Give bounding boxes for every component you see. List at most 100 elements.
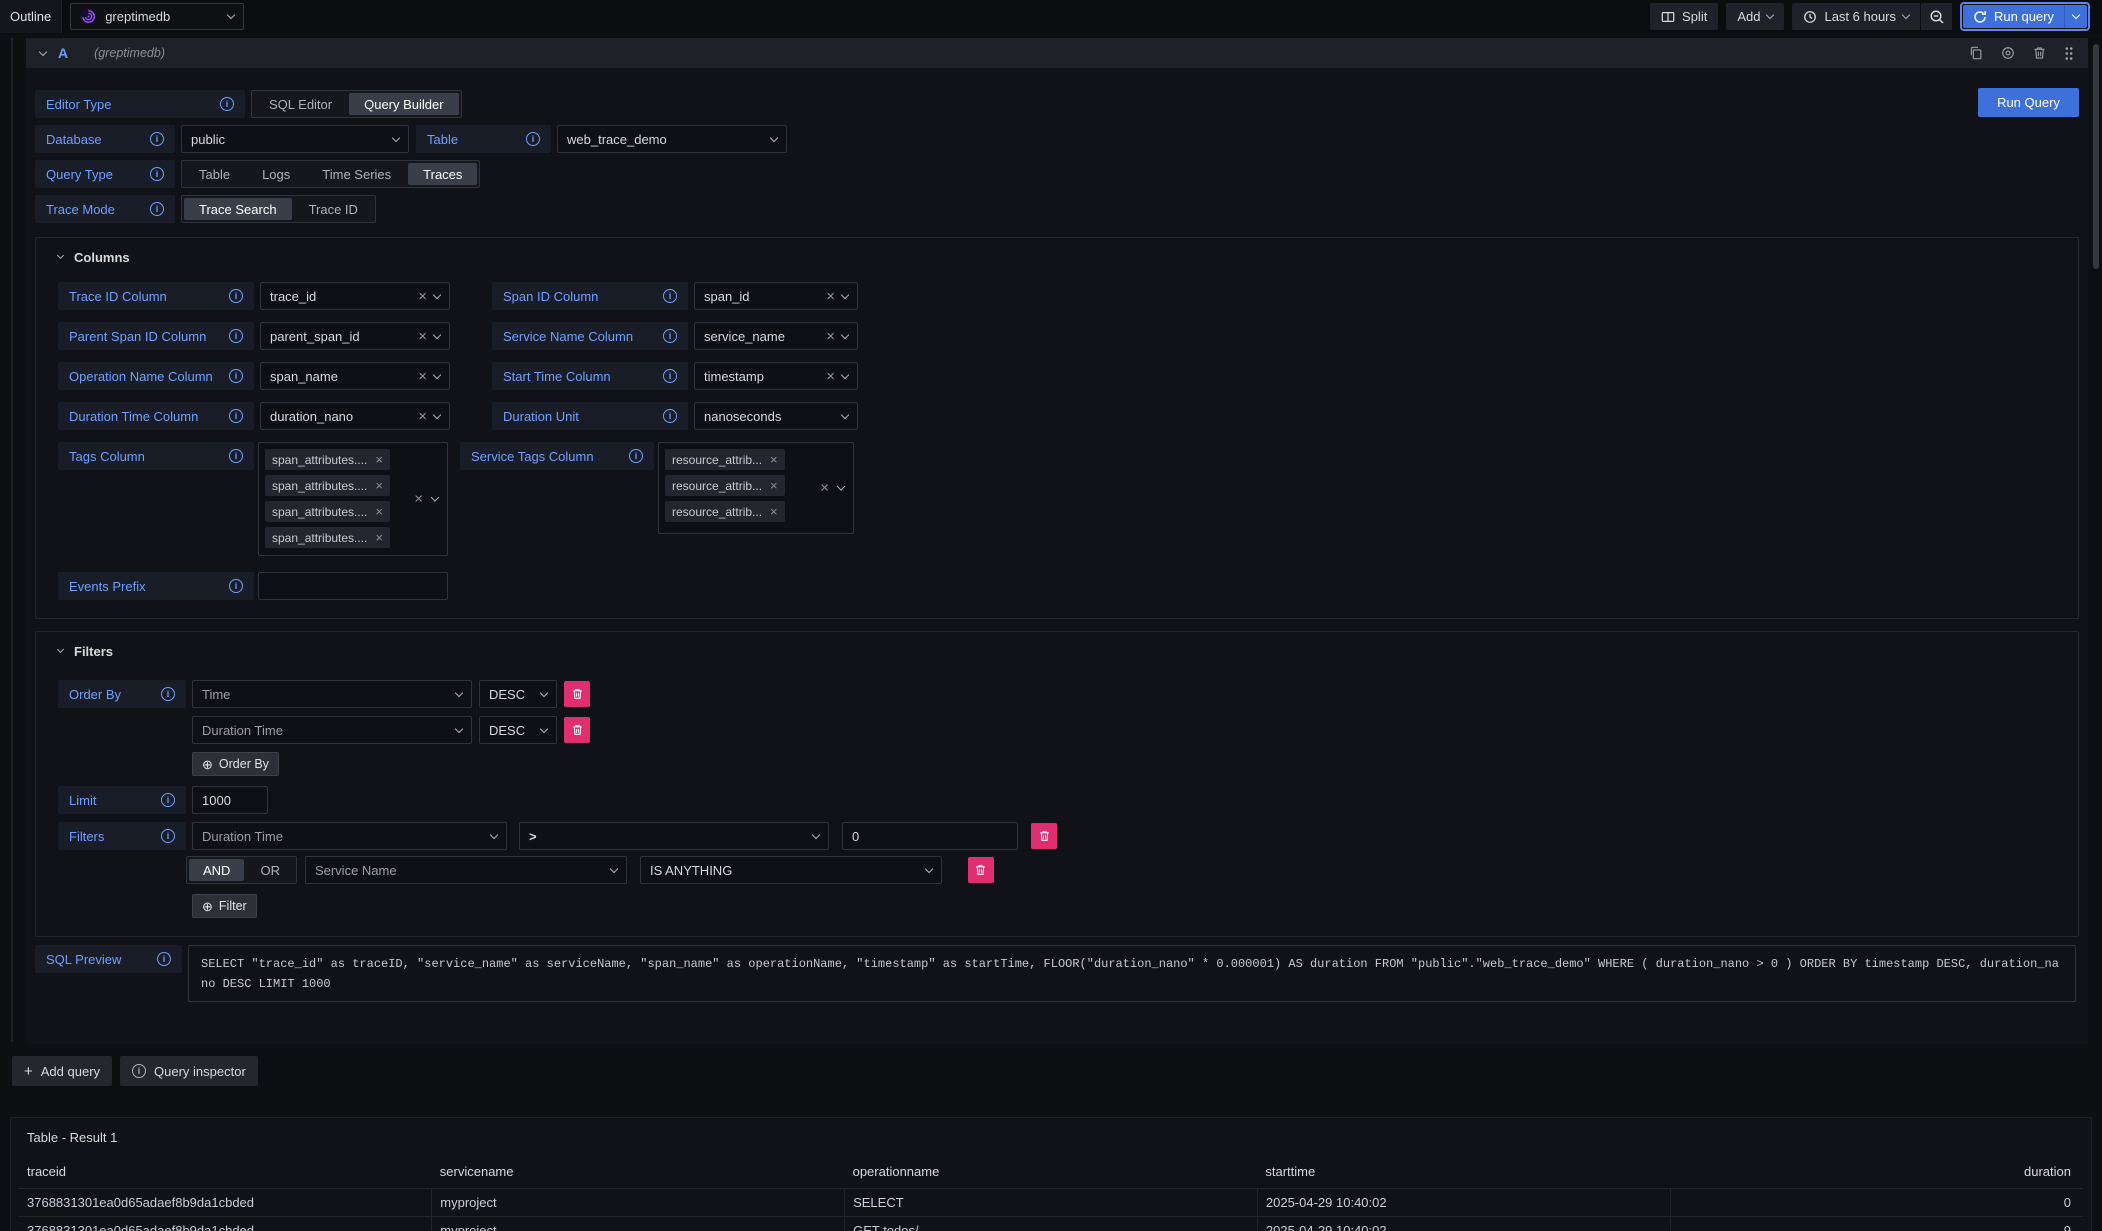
delete-query-icon[interactable] bbox=[2033, 46, 2046, 60]
run-query-dropdown[interactable] bbox=[2064, 5, 2087, 28]
service-tags-column-multiselect[interactable]: resource_attrib...× resource_attrib...× … bbox=[658, 442, 854, 534]
remove-chip-icon[interactable]: × bbox=[770, 479, 778, 492]
service-name-column-select[interactable]: service_name× bbox=[694, 322, 858, 350]
option-table[interactable]: Table bbox=[184, 163, 245, 185]
refresh-icon bbox=[1973, 10, 1987, 24]
remove-chip-icon[interactable]: × bbox=[375, 453, 383, 466]
filter-operator-select[interactable]: IS ANYTHING bbox=[640, 856, 942, 884]
delete-filter-button[interactable] bbox=[1031, 823, 1057, 849]
time-zoom-out-button[interactable] bbox=[1920, 3, 1952, 30]
outline-toggle[interactable]: Outline bbox=[0, 0, 62, 33]
filter-field-select[interactable]: Service Name bbox=[305, 856, 627, 884]
clear-icon[interactable]: × bbox=[826, 289, 835, 304]
order-by-field-select[interactable]: Time bbox=[192, 680, 472, 708]
tags-column-multiselect[interactable]: span_attributes....× span_attributes....… bbox=[258, 442, 448, 556]
column-header-operationname[interactable]: operationname bbox=[845, 1155, 1258, 1189]
table-label: Table i bbox=[416, 125, 551, 153]
option-trace-search[interactable]: Trace Search bbox=[184, 198, 292, 220]
option-trace-id[interactable]: Trace ID bbox=[294, 198, 373, 220]
option-time-series[interactable]: Time Series bbox=[307, 163, 406, 185]
filter-operator-select[interactable]: > bbox=[519, 822, 829, 850]
remove-chip-icon[interactable]: × bbox=[375, 531, 383, 544]
disable-query-icon[interactable] bbox=[2001, 46, 2015, 60]
table-select[interactable]: web_trace_demo bbox=[557, 125, 787, 153]
order-by-field-select[interactable]: Duration Time bbox=[192, 716, 472, 744]
limit-input[interactable] bbox=[192, 786, 268, 814]
trace-id-column-select[interactable]: trace_id× bbox=[260, 282, 450, 310]
option-logs[interactable]: Logs bbox=[247, 163, 305, 185]
button-label: Add query bbox=[41, 1064, 100, 1079]
split-button[interactable]: Split bbox=[1650, 3, 1718, 30]
query-type-radio-group: Table Logs Time Series Traces bbox=[181, 160, 480, 188]
remove-chip-icon[interactable]: × bbox=[375, 505, 383, 518]
add-order-by-button[interactable]: ⊕Order By bbox=[192, 752, 279, 776]
info-icon: i bbox=[229, 369, 243, 383]
span-id-column-select[interactable]: span_id× bbox=[694, 282, 858, 310]
duration-unit-select[interactable]: nanoseconds bbox=[694, 402, 858, 430]
drag-handle-icon[interactable] bbox=[2064, 46, 2074, 61]
events-prefix-input[interactable] bbox=[258, 572, 448, 600]
column-header-servicename[interactable]: servicename bbox=[432, 1155, 845, 1189]
time-range-picker[interactable]: Last 6 hours bbox=[1792, 3, 1920, 30]
option-query-builder[interactable]: Query Builder bbox=[349, 93, 458, 115]
filter-value-input[interactable] bbox=[842, 822, 1018, 850]
trace-id-link[interactable]: 3768831301ea0d65adaef8b9da1cbded bbox=[19, 1217, 432, 1231]
column-header-duration[interactable]: duration bbox=[1670, 1155, 2083, 1189]
duplicate-query-icon[interactable] bbox=[1969, 46, 1983, 60]
remove-chip-icon[interactable]: × bbox=[770, 453, 778, 466]
delete-filter-button[interactable] bbox=[968, 857, 994, 883]
columns-section-header[interactable]: Columns bbox=[58, 248, 2056, 266]
duration-time-column-select[interactable]: duration_nano× bbox=[260, 402, 450, 430]
filter-field-select[interactable]: Duration Time bbox=[192, 822, 507, 850]
clear-icon[interactable]: × bbox=[826, 369, 835, 384]
add-button[interactable]: Add bbox=[1726, 3, 1784, 30]
add-query-button[interactable]: + Add query bbox=[12, 1056, 112, 1086]
trace-span-id-row: Trace ID Columni trace_id× Span ID Colum… bbox=[58, 282, 2056, 310]
clear-all-icon[interactable]: × bbox=[414, 492, 423, 507]
column-header-traceid[interactable]: traceid bbox=[19, 1155, 432, 1189]
delete-order-by-button[interactable] bbox=[564, 681, 590, 707]
trace-mode-label: Trace Mode i bbox=[35, 195, 175, 223]
trace-id-link[interactable]: 3768831301ea0d65adaef8b9da1cbded bbox=[19, 1189, 432, 1217]
option-sql-editor[interactable]: SQL Editor bbox=[254, 93, 347, 115]
start-time-column-select[interactable]: timestamp× bbox=[694, 362, 858, 390]
clear-all-icon[interactable]: × bbox=[820, 481, 829, 496]
remove-chip-icon[interactable]: × bbox=[770, 505, 778, 518]
query-row-header[interactable]: A (greptimedb) bbox=[26, 38, 2088, 68]
scrollbar-thumb[interactable] bbox=[2093, 44, 2099, 269]
clear-icon[interactable]: × bbox=[418, 289, 427, 304]
option-traces[interactable]: Traces bbox=[408, 163, 477, 185]
datasource-picker[interactable]: greptimedb bbox=[70, 3, 244, 30]
duration-cell: 9 bbox=[1670, 1217, 2083, 1231]
remove-chip-icon[interactable]: × bbox=[375, 479, 383, 492]
delete-order-by-button[interactable] bbox=[564, 717, 590, 743]
label-text: SQL Preview bbox=[46, 952, 121, 967]
order-by-direction-select[interactable]: DESC bbox=[479, 680, 557, 708]
button-label: Order By bbox=[219, 757, 269, 771]
query-ref-id: A bbox=[58, 45, 68, 61]
chip-text: resource_attrib... bbox=[672, 453, 762, 467]
clear-icon[interactable]: × bbox=[826, 329, 835, 344]
parent-span-id-column-select[interactable]: parent_span_id× bbox=[260, 322, 450, 350]
query-inspector-button[interactable]: i Query inspector bbox=[120, 1056, 258, 1086]
select-value: timestamp bbox=[704, 369, 826, 384]
panel-run-query-button[interactable]: Run Query bbox=[1978, 88, 2079, 117]
database-select[interactable]: public bbox=[181, 125, 409, 153]
tag-chip: span_attributes....× bbox=[265, 449, 390, 470]
collapse-chevron-icon bbox=[57, 252, 64, 259]
operation-name-column-select[interactable]: span_name× bbox=[260, 362, 450, 390]
column-header-starttime[interactable]: starttime bbox=[1257, 1155, 1670, 1189]
info-icon: i bbox=[663, 409, 677, 423]
order-by-direction-select[interactable]: DESC bbox=[479, 716, 557, 744]
add-filter-button[interactable]: ⊕Filter bbox=[192, 894, 257, 918]
trace-mode-row: Trace Mode i Trace Search Trace ID bbox=[35, 195, 2079, 223]
option-and[interactable]: AND bbox=[189, 859, 244, 881]
select-value: Service Name bbox=[315, 863, 611, 878]
clear-icon[interactable]: × bbox=[418, 409, 427, 424]
option-or[interactable]: OR bbox=[246, 859, 294, 881]
label-text: Duration Unit bbox=[503, 409, 579, 424]
clear-icon[interactable]: × bbox=[418, 329, 427, 344]
filters-section-header[interactable]: Filters bbox=[58, 642, 2056, 660]
clear-icon[interactable]: × bbox=[418, 369, 427, 384]
run-query-button[interactable]: Run query bbox=[1963, 5, 2064, 28]
